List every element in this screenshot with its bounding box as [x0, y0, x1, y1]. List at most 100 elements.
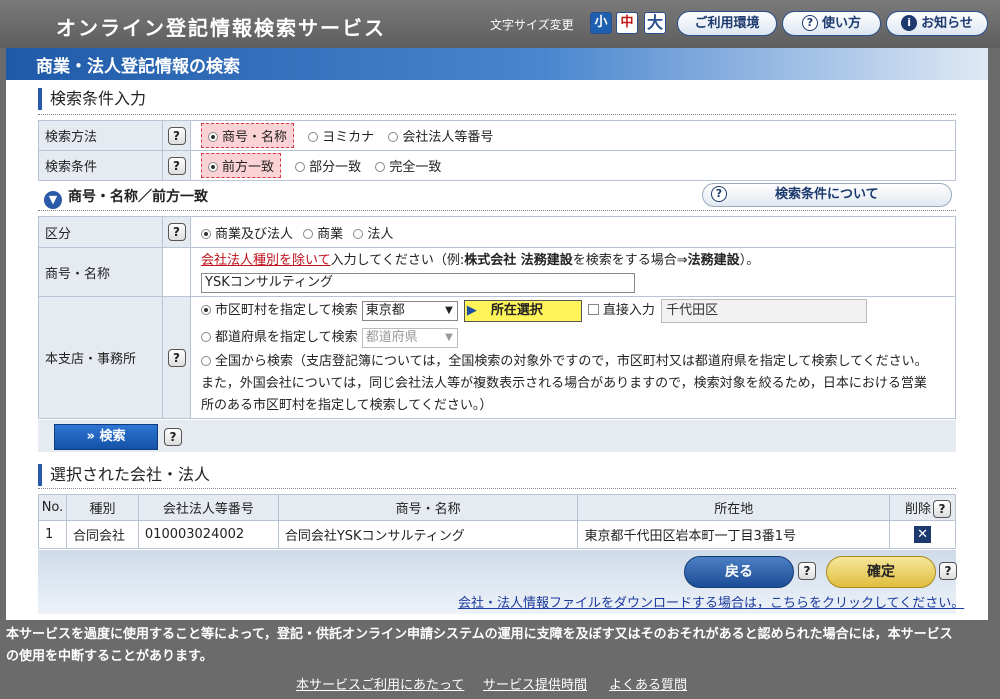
- office-row-all: 全国から検索（支店登記簿については，全国検索の対象外ですので，市区町村又は都道府…: [201, 351, 955, 373]
- page-title: 商業・法人登記情報の検索: [6, 48, 988, 80]
- row-delete: ✕: [889, 520, 956, 549]
- search-method-table: 検索方法 ? 商号・名称 ヨミカナ 会社法人等番号 検索条件 ? 前方一致 部分…: [38, 120, 956, 181]
- method-option-name[interactable]: 商号・名称: [201, 123, 295, 148]
- divider: [38, 114, 956, 115]
- confirm-help[interactable]: ?: [939, 562, 957, 580]
- direct-input-label: 直接入力: [602, 302, 655, 318]
- area-select-button[interactable]: ▶ 所在選択: [463, 299, 582, 322]
- pref-select[interactable]: 都道府県 ▼: [361, 327, 458, 348]
- font-size-large-button[interactable]: 大: [644, 12, 666, 34]
- radio-icon[interactable]: [201, 304, 211, 315]
- app-title: オンライン登記情報検索サービス: [56, 16, 386, 40]
- method-help[interactable]: ?: [162, 120, 191, 151]
- help-button[interactable]: ? 使い方: [782, 11, 881, 36]
- radio-icon[interactable]: [201, 355, 211, 366]
- office-note: 所のある市区町村を指定して検索してください。）: [201, 397, 493, 413]
- col-type: 種別: [65, 494, 139, 521]
- instruction-text: ）。: [739, 252, 760, 268]
- environment-button-label: ご利用環境: [694, 16, 760, 31]
- instruction-text: を検索をする場合⇒: [572, 252, 688, 268]
- back-button[interactable]: 戻る: [684, 556, 794, 588]
- radio-icon: [201, 228, 211, 239]
- condition-option-exact[interactable]: 完全一致: [375, 156, 441, 175]
- category-label: 区分: [38, 216, 163, 248]
- selected-section-title: 選択された会社・法人: [38, 464, 210, 486]
- condition-options: 前方一致 部分一致 完全一致: [190, 150, 956, 181]
- help-button-label: 使い方: [821, 16, 861, 31]
- table-row: 1 合同会社 010003024002 合同会社YSKコンサルティング 東京都千…: [38, 520, 956, 549]
- col-delete-label: 削除: [904, 501, 931, 517]
- usage-notice: 本サービスを過度に使用すること等によって，登記・供託オンライン申請システムの運用…: [6, 624, 986, 668]
- name-label: 商号・名称: [38, 247, 163, 297]
- radio-icon: [353, 228, 364, 239]
- radio-icon: [208, 162, 218, 172]
- method-option-kana[interactable]: ヨミカナ: [308, 126, 374, 145]
- radio-icon: [388, 132, 399, 142]
- sub-heading-label: 商号・名称／前方一致: [68, 189, 208, 205]
- direct-input-field[interactable]: 千代田区: [661, 298, 868, 323]
- office-option-label: 市区町村を指定して検索: [215, 302, 358, 318]
- office-field-cell: 市区町村を指定して検索 東京都 ▼ ▶ 所在選択 直接入力 千代田区 都道府県を指定し…: [190, 296, 956, 419]
- condition-option-prefix[interactable]: 前方一致: [201, 153, 282, 178]
- select-value: 東京都: [365, 302, 405, 318]
- font-size-small-button[interactable]: 小: [590, 12, 612, 34]
- direct-input-checkbox[interactable]: [587, 303, 599, 315]
- instruction-example: 株式会社 法務建設: [464, 252, 573, 268]
- instruction-text: 入力してください（例:: [330, 252, 465, 268]
- search-button[interactable]: » 検索: [54, 424, 158, 450]
- question-icon: ?: [167, 223, 186, 241]
- footer-link-faq[interactable]: よくある質問: [609, 674, 687, 693]
- question-icon: ?: [939, 562, 957, 580]
- row-number: 010003024002: [137, 520, 279, 549]
- corp-type-link[interactable]: 会社法人種別を除いて: [201, 253, 331, 268]
- footer-link-usage[interactable]: 本サービスご利用にあたって: [296, 674, 464, 693]
- radio-icon[interactable]: [201, 331, 211, 342]
- environment-button[interactable]: ご利用環境: [677, 11, 777, 36]
- font-size-medium-button[interactable]: 中: [616, 12, 638, 34]
- question-icon: ?: [164, 428, 182, 446]
- city-pref-select[interactable]: 東京都 ▼: [361, 300, 458, 321]
- download-link[interactable]: 会社・法人情報ファイルをダウンロードする場合は，こちらをクリックしてください。: [458, 592, 964, 611]
- category-option-label: 商業及び法人: [215, 226, 294, 242]
- radio-icon: [208, 132, 218, 142]
- notice-line: の使用を中断することがあります。: [6, 649, 213, 664]
- office-note: また，外国会社については，同じ会社法人等が複数表示される場合がありますので，検索…: [201, 375, 927, 391]
- delete-icon[interactable]: ✕: [914, 526, 932, 543]
- col-number: 会社法人等番号: [137, 494, 279, 521]
- question-icon[interactable]: ?: [933, 499, 951, 518]
- search-help[interactable]: ?: [164, 428, 182, 446]
- area-select-label: 所在選択: [490, 302, 543, 318]
- back-help[interactable]: ?: [798, 562, 816, 580]
- footer-link-hours[interactable]: サービス提供時間: [483, 674, 587, 693]
- condition-option-partial[interactable]: 部分一致: [295, 156, 361, 175]
- category-option-commerce[interactable]: 商業: [303, 223, 343, 242]
- office-label: 本支店・事務所: [38, 296, 163, 419]
- instruction-example: 法務建設: [687, 252, 740, 268]
- radio-icon: [295, 162, 306, 172]
- about-conditions-button[interactable]: ? 検索条件について: [702, 183, 952, 207]
- confirm-button[interactable]: 確定: [826, 556, 936, 588]
- notice-line: 本サービスを過度に使用すること等によって，登記・供託オンライン申請システムの運用…: [6, 627, 953, 642]
- name-input[interactable]: YSKコンサルティング: [201, 272, 635, 293]
- name-instruction: 会社法人種別を除いて入力してください（例:株式会社 法務建設を検索をする場合⇒法…: [201, 250, 955, 272]
- col-name: 商号・名称: [277, 494, 579, 521]
- category-help[interactable]: ?: [162, 216, 191, 248]
- dropdown-arrow-icon: ▼: [445, 304, 453, 316]
- office-row-city: 市区町村を指定して検索 東京都 ▼ ▶ 所在選択 直接入力 千代田区: [201, 298, 955, 327]
- question-icon: ?: [167, 126, 186, 145]
- condition-option-label: 前方一致: [222, 160, 275, 175]
- category-option-corp[interactable]: 法人: [353, 223, 393, 242]
- method-option-number[interactable]: 会社法人等番号: [388, 126, 493, 145]
- method-option-label: 会社法人等番号: [402, 130, 494, 145]
- help-icon: ?: [801, 15, 818, 31]
- category-option-both[interactable]: 商業及び法人: [201, 223, 293, 242]
- office-row-pref: 都道府県を指定して検索 都道府県 ▼: [201, 327, 955, 351]
- news-button[interactable]: i お知らせ: [886, 11, 988, 36]
- radio-icon: [375, 162, 386, 172]
- row-name: 合同会社YSKコンサルティング: [277, 520, 579, 549]
- category-option-label: 法人: [367, 226, 394, 242]
- condition-help[interactable]: ?: [162, 150, 191, 181]
- category-option-label: 商業: [317, 226, 344, 242]
- divider: [38, 488, 956, 489]
- office-help[interactable]: ?: [162, 296, 191, 419]
